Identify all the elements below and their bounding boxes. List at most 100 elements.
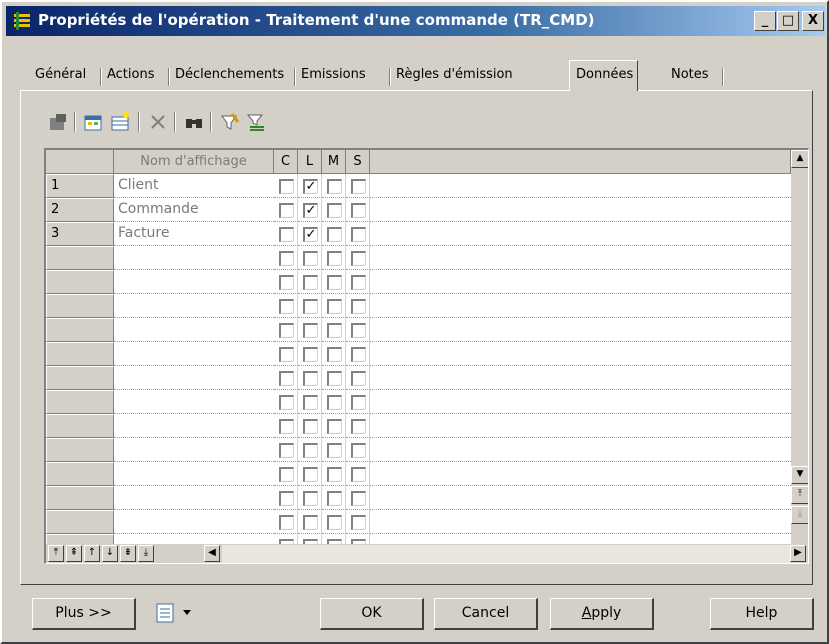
row-header[interactable] bbox=[46, 270, 114, 294]
move-down-icon[interactable]: ↓ bbox=[102, 545, 118, 562]
move-up-icon[interactable]: ↑ bbox=[84, 545, 100, 562]
checkbox-l[interactable] bbox=[303, 395, 318, 410]
checkbox-c[interactable] bbox=[279, 491, 294, 506]
name-cell[interactable] bbox=[114, 318, 274, 342]
checkbox-m[interactable] bbox=[327, 347, 342, 362]
checkbox-l[interactable] bbox=[303, 275, 318, 290]
name-cell[interactable] bbox=[114, 246, 274, 270]
column-header-s[interactable]: S bbox=[346, 150, 370, 174]
name-cell[interactable] bbox=[114, 270, 274, 294]
empty-table-row[interactable] bbox=[46, 486, 791, 510]
row-header[interactable] bbox=[46, 246, 114, 270]
checkbox-c[interactable] bbox=[279, 371, 294, 386]
row-header[interactable] bbox=[46, 438, 114, 462]
empty-table-row[interactable] bbox=[46, 462, 791, 486]
horizontal-scrollbar[interactable] bbox=[222, 545, 790, 563]
name-cell[interactable] bbox=[114, 294, 274, 318]
checkbox-m[interactable] bbox=[327, 275, 342, 290]
move-page-down-icon[interactable]: ⇟ bbox=[120, 545, 136, 562]
empty-table-row[interactable] bbox=[46, 342, 791, 366]
row-header[interactable] bbox=[46, 342, 114, 366]
table-row[interactable]: 3 Facture ✓ bbox=[46, 222, 791, 246]
checkbox-s[interactable] bbox=[351, 371, 366, 386]
scroll-up-button[interactable]: ▲ bbox=[791, 150, 808, 168]
checkbox-m[interactable] bbox=[327, 299, 342, 314]
checkbox-l[interactable] bbox=[303, 371, 318, 386]
tab-emissions[interactable]: Emissions bbox=[298, 64, 366, 90]
checkbox-c[interactable] bbox=[279, 299, 294, 314]
filter-icon[interactable] bbox=[218, 110, 242, 134]
add-rows-icon[interactable] bbox=[82, 110, 106, 134]
checkbox-c[interactable] bbox=[279, 515, 294, 530]
checkbox-c[interactable] bbox=[279, 347, 294, 362]
checkbox-m[interactable] bbox=[327, 443, 342, 458]
checkbox-s[interactable] bbox=[351, 227, 366, 242]
name-cell[interactable]: Commande bbox=[114, 198, 274, 222]
checkbox-s[interactable] bbox=[351, 179, 366, 194]
checkbox-c[interactable] bbox=[279, 443, 294, 458]
checkbox-l[interactable] bbox=[303, 251, 318, 266]
print-menu-button[interactable] bbox=[147, 598, 207, 630]
row-header[interactable]: 3 bbox=[46, 222, 114, 246]
tab-notes[interactable]: Notes bbox=[668, 64, 709, 90]
row-header[interactable] bbox=[46, 366, 114, 390]
close-button[interactable]: X bbox=[802, 11, 824, 31]
customize-columns-icon[interactable] bbox=[244, 110, 268, 134]
name-cell[interactable]: Facture bbox=[114, 222, 274, 246]
empty-table-row[interactable] bbox=[46, 270, 791, 294]
scroll-top-button[interactable]: ⤒ bbox=[791, 486, 808, 504]
row-header[interactable] bbox=[46, 486, 114, 510]
name-cell[interactable]: Client bbox=[114, 174, 274, 198]
checkbox-l[interactable] bbox=[303, 467, 318, 482]
checkbox-m[interactable] bbox=[327, 251, 342, 266]
checkbox-m[interactable] bbox=[327, 227, 342, 242]
title-bar[interactable]: Propriétés de l'opération - Traitement d… bbox=[6, 6, 825, 36]
scroll-bottom-button[interactable]: ⤓ bbox=[791, 506, 808, 524]
tab-donnees[interactable]: Données bbox=[569, 60, 639, 91]
empty-table-row[interactable] bbox=[46, 414, 791, 438]
checkbox-l[interactable] bbox=[303, 323, 318, 338]
checkbox-m[interactable] bbox=[327, 467, 342, 482]
checkbox-s[interactable] bbox=[351, 491, 366, 506]
checkbox-s[interactable] bbox=[351, 395, 366, 410]
tab-actions[interactable]: Actions bbox=[104, 64, 155, 90]
checkbox-m[interactable] bbox=[327, 515, 342, 530]
empty-table-row[interactable] bbox=[46, 390, 791, 414]
checkbox-s[interactable] bbox=[351, 323, 366, 338]
name-cell[interactable] bbox=[114, 366, 274, 390]
checkbox-c[interactable] bbox=[279, 467, 294, 482]
name-cell[interactable] bbox=[114, 438, 274, 462]
table-row[interactable]: 1 Client ✓ bbox=[46, 174, 791, 198]
empty-table-row[interactable] bbox=[46, 318, 791, 342]
checkbox-l[interactable] bbox=[303, 563, 318, 564]
checkbox-m[interactable] bbox=[327, 563, 342, 564]
apply-button[interactable]: Apply bbox=[550, 598, 654, 630]
insert-row-icon[interactable] bbox=[108, 110, 132, 134]
checkbox-s[interactable] bbox=[351, 347, 366, 362]
checkbox-l[interactable] bbox=[303, 299, 318, 314]
cancel-button[interactable]: Cancel bbox=[434, 598, 538, 630]
checkbox-s[interactable] bbox=[351, 443, 366, 458]
checkbox-s[interactable] bbox=[351, 515, 366, 530]
table-row[interactable]: 2 Commande ✓ bbox=[46, 198, 791, 222]
name-cell[interactable] bbox=[114, 414, 274, 438]
name-cell[interactable] bbox=[114, 342, 274, 366]
empty-table-row[interactable] bbox=[46, 294, 791, 318]
empty-table-row[interactable] bbox=[46, 246, 791, 270]
properties-icon[interactable] bbox=[46, 110, 70, 134]
help-button[interactable]: Help bbox=[710, 598, 814, 630]
empty-table-row[interactable] bbox=[46, 366, 791, 390]
checkbox-c[interactable] bbox=[279, 179, 294, 194]
row-header[interactable] bbox=[46, 462, 114, 486]
tab-regles-emission[interactable]: Règles d'émission bbox=[393, 64, 513, 90]
column-header-m[interactable]: M bbox=[322, 150, 346, 174]
move-bottom-icon[interactable]: ⤓ bbox=[138, 545, 154, 562]
checkbox-s[interactable] bbox=[351, 299, 366, 314]
checkbox-m[interactable] bbox=[327, 203, 342, 218]
checkbox-s[interactable] bbox=[351, 563, 366, 564]
checkbox-l[interactable] bbox=[303, 515, 318, 530]
checkbox-c[interactable] bbox=[279, 227, 294, 242]
checkbox-m[interactable] bbox=[327, 323, 342, 338]
vertical-scrollbar[interactable]: ▲ ▼ ⤒ ⤓ bbox=[791, 150, 808, 544]
name-cell[interactable] bbox=[114, 510, 274, 534]
